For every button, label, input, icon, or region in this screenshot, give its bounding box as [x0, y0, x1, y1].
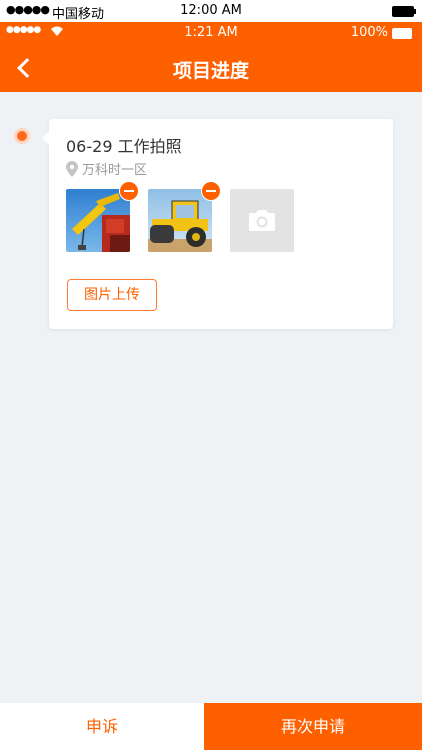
location-row: 万科时一区: [66, 159, 148, 178]
roller-photo[interactable]: [148, 189, 212, 252]
system-status-bar: ●●●●● 中国移动 12:00 AM: [0, 0, 422, 22]
page-title: 项目进度: [172, 60, 249, 82]
map-pin-icon: [66, 160, 78, 177]
nav-bar: 项目进度: [0, 44, 422, 92]
bottom-action-bar: 申诉 再次申请: [0, 703, 422, 750]
camera-icon: [249, 210, 275, 231]
minus-icon: [206, 190, 216, 192]
battery-icon: [392, 6, 416, 17]
app-status-bar: ●●●●● 1:21 AM 100%: [0, 22, 422, 44]
record-title: 06-29 工作拍照: [66, 137, 182, 156]
minus-icon: [124, 190, 134, 192]
progress-card: 06-29 工作拍照 万科时一区 图片上传: [42, 119, 393, 329]
remove-photo-button[interactable]: [119, 181, 139, 201]
reapply-button[interactable]: 再次申请: [204, 703, 422, 750]
crane-photo[interactable]: [66, 189, 130, 252]
system-time: 12:00 AM: [180, 3, 242, 18]
timeline-dot: [14, 128, 30, 144]
timeline-dot-inner: [17, 131, 27, 141]
add-photo-slot[interactable]: [230, 189, 294, 252]
battery-icon: [392, 28, 412, 39]
remove-photo-button[interactable]: [201, 181, 221, 201]
location-text: 万科时一区: [82, 163, 148, 178]
appeal-button[interactable]: 申诉: [0, 703, 204, 750]
battery-percent: 100%: [350, 25, 388, 40]
upload-photo-button[interactable]: 图片上传: [67, 279, 157, 311]
